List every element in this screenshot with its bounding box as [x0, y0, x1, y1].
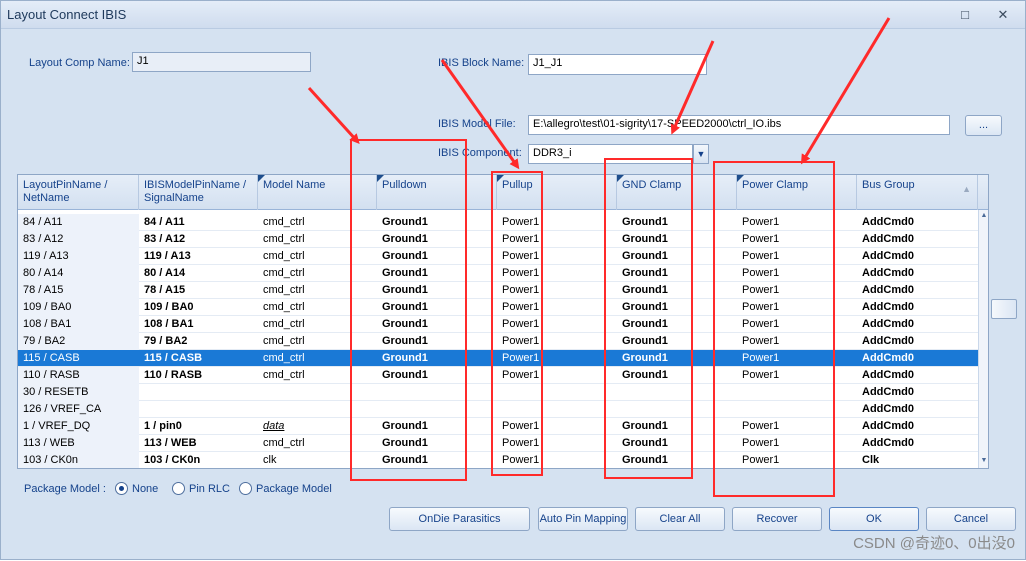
table-cell-bus[interactable]: AddCmd0 [857, 418, 978, 435]
table-cell-bus[interactable]: AddCmd0 [857, 350, 978, 367]
watermark-text: CSDN @奇迹0、0出没0 [853, 535, 1015, 552]
table-cell-pin[interactable]: 1 / VREF_DQ [18, 418, 139, 435]
col-header-ibis-pin[interactable]: IBISModelPinName / SignalName [139, 175, 258, 210]
col-header-label: LayoutPinName / NetName [23, 179, 108, 204]
table-cell-bus[interactable]: Clk [857, 452, 978, 468]
layout-connect-ibis-dialog: Layout Connect IBIS □ ✕ Layout Comp Name… [0, 0, 1026, 560]
cancel-button[interactable]: Cancel [926, 507, 1016, 531]
recover-button[interactable]: Recover [732, 507, 822, 531]
table-cell-bus[interactable]: AddCmd0 [857, 299, 978, 316]
table-cell-ibis[interactable] [139, 401, 258, 418]
table-cell-pin[interactable]: 78 / A15 [18, 282, 139, 299]
table-cell-pin[interactable]: 126 / VREF_CA [18, 401, 139, 418]
table-cell-bus[interactable]: AddCmd0 [857, 316, 978, 333]
table-cell-ibis[interactable]: 84 / A11 [139, 214, 258, 231]
col-header-bus-group[interactable]: Bus Group ▲ [857, 175, 978, 210]
table-cell-ibis[interactable]: 78 / A15 [139, 282, 258, 299]
table-cell-bus[interactable]: AddCmd0 [857, 231, 978, 248]
table-cell-ibis[interactable]: 1 / pin0 [139, 418, 258, 435]
ibis-model-file-label: IBIS Model File: [438, 118, 516, 130]
scroll-thumb-handle[interactable] [991, 299, 1017, 319]
col-header-label: Model Name [263, 179, 326, 191]
table-cell-ibis[interactable]: 80 / A14 [139, 265, 258, 282]
auto-pin-mapping-button[interactable]: Auto Pin Mapping [538, 507, 628, 531]
table-cell-ibis[interactable]: 115 / CASB [139, 350, 258, 367]
ibis-block-name-field[interactable]: J1_J1 [528, 54, 707, 75]
layout-comp-name-label: Layout Comp Name: [29, 57, 130, 69]
table-cell-pin[interactable]: 110 / RASB [18, 367, 139, 384]
annotation-box-pullup [491, 171, 543, 476]
table-cell-bus[interactable]: AddCmd0 [857, 367, 978, 384]
table-cell-ibis[interactable]: 119 / A13 [139, 248, 258, 265]
table-cell-ibis[interactable]: 109 / BA0 [139, 299, 258, 316]
table-cell-pin[interactable]: 109 / BA0 [18, 299, 139, 316]
col-header-label: IBISModelPinName / SignalName [144, 179, 247, 204]
col-header-label: Bus Group [862, 179, 915, 191]
table-cell-pin[interactable]: 80 / A14 [18, 265, 139, 282]
layout-comp-name-field[interactable]: J1 [132, 52, 311, 72]
table-cell-ibis[interactable]: 113 / WEB [139, 435, 258, 452]
title-bar: Layout Connect IBIS □ ✕ [1, 1, 1025, 29]
radio-pin-rlc-label: Pin RLC [189, 483, 230, 495]
table-cell-bus[interactable]: AddCmd0 [857, 435, 978, 452]
annotation-box-pulldown [350, 139, 467, 481]
col-header-layout-pin[interactable]: LayoutPinName / NetName [18, 175, 139, 210]
browse-button[interactable]: ... [965, 115, 1002, 136]
radio-none-label: None [132, 483, 159, 495]
ibis-block-name-label: IBIS Block Name: [438, 57, 525, 69]
table-cell-ibis[interactable] [139, 384, 258, 401]
sort-ascending-icon: ▲ [962, 184, 971, 194]
close-icon[interactable]: ✕ [994, 7, 1012, 23]
annotation-arrow-power-clamp [800, 17, 891, 165]
radio-pin-rlc[interactable] [172, 482, 185, 495]
table-cell-pin[interactable]: 79 / BA2 [18, 333, 139, 350]
ondie-parasitics-button[interactable]: OnDie Parasitics [389, 507, 530, 531]
package-model-label: Package Model : [24, 483, 106, 495]
scroll-up-icon[interactable]: ▲ [979, 210, 988, 222]
table-cell-ibis[interactable]: 79 / BA2 [139, 333, 258, 350]
table-cell-bus[interactable]: AddCmd0 [857, 214, 978, 231]
table-cell-bus[interactable]: AddCmd0 [857, 333, 978, 350]
radio-package-model-label: Package Model [256, 483, 332, 495]
annotation-box-power-clamp [713, 161, 835, 497]
radio-none[interactable] [115, 482, 128, 495]
table-cell-ibis[interactable]: 108 / BA1 [139, 316, 258, 333]
table-cell-bus[interactable]: AddCmd0 [857, 265, 978, 282]
table-cell-pin[interactable]: 108 / BA1 [18, 316, 139, 333]
table-cell-ibis[interactable]: 83 / A12 [139, 231, 258, 248]
annotation-arrow-pulldown [307, 86, 360, 144]
table-cell-pin[interactable]: 103 / CK0n [18, 452, 139, 468]
chevron-down-icon[interactable]: ▼ [693, 144, 709, 164]
table-cell-ibis[interactable]: 103 / CK0n [139, 452, 258, 468]
maximize-icon[interactable]: □ [956, 7, 974, 23]
scroll-down-icon[interactable]: ▼ [979, 455, 988, 467]
table-cell-pin[interactable]: 113 / WEB [18, 435, 139, 452]
ok-button[interactable]: OK [829, 507, 919, 531]
clear-all-button[interactable]: Clear All [635, 507, 725, 531]
table-cell-bus[interactable]: AddCmd0 [857, 248, 978, 265]
window-title: Layout Connect IBIS [7, 7, 127, 22]
table-cell-bus[interactable]: AddCmd0 [857, 384, 978, 401]
table-cell-bus[interactable]: AddCmd0 [857, 282, 978, 299]
vertical-scrollbar[interactable]: ▲ ▼ [978, 210, 988, 468]
table-cell-pin[interactable]: 30 / RESETB [18, 384, 139, 401]
table-cell-pin[interactable]: 83 / A12 [18, 231, 139, 248]
annotation-box-gnd-clamp [604, 158, 693, 479]
table-cell-bus[interactable]: AddCmd0 [857, 401, 978, 418]
table-cell-pin[interactable]: 115 / CASB [18, 350, 139, 367]
ibis-model-file-field[interactable]: E:\allegro\test\01-sigrity\17-SPEED2000\… [528, 115, 950, 135]
table-cell-pin[interactable]: 119 / A13 [18, 248, 139, 265]
table-cell-ibis[interactable]: 110 / RASB [139, 367, 258, 384]
radio-package-model[interactable] [239, 482, 252, 495]
table-cell-pin[interactable]: 84 / A11 [18, 214, 139, 231]
